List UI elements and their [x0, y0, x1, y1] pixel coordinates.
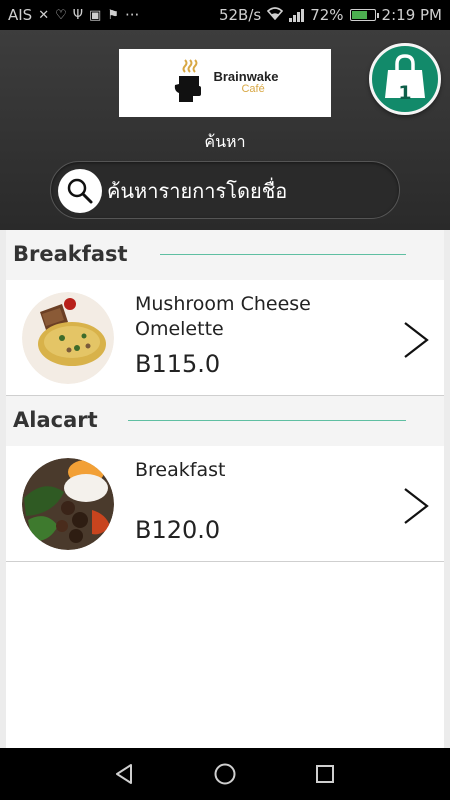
item-photo-omelette [22, 292, 114, 384]
status-bar: AIS ✕ ♡ Ψ ▣ ⚑ ··· 52B/s 72% 2:19 PM [0, 0, 450, 30]
flag-icon: ⚑ [107, 7, 119, 23]
section-header-breakfast: Breakfast [6, 230, 444, 280]
menu-list[interactable]: Breakfast Mushroom Cheese Omelette B115.… [6, 230, 444, 748]
chevron-right-icon[interactable] [401, 320, 431, 360]
carrier-label: AIS [8, 6, 33, 24]
item-price: B115.0 [135, 350, 221, 378]
coffee-head-logo-icon [171, 58, 205, 108]
cafe-logo: Brainwake Café [119, 49, 331, 117]
usb-icon: Ψ [72, 7, 84, 23]
back-icon[interactable] [113, 762, 137, 786]
image-icon: ▣ [89, 7, 102, 23]
battery-icon [349, 9, 379, 21]
section-header-alacart: Alacart [6, 396, 444, 446]
signal-icon [289, 8, 305, 22]
logo-brand: Brainwake [213, 69, 279, 85]
mute-icon: ✕ [38, 7, 50, 23]
search-bar[interactable] [50, 161, 400, 220]
system-nav-bar [0, 748, 450, 800]
battery-percent: 72% [310, 6, 344, 24]
section-divider [128, 420, 406, 421]
item-price: B120.0 [135, 516, 221, 544]
recents-icon[interactable] [313, 762, 337, 786]
chevron-right-icon[interactable] [401, 486, 431, 526]
home-icon[interactable] [213, 762, 237, 786]
item-name: Mushroom Cheese Omelette [135, 293, 311, 340]
item-name: Breakfast [135, 459, 226, 481]
cart-count-badge: 1 [398, 82, 412, 104]
section-title: Alacart [13, 408, 98, 432]
search-heading: ค้นหา [204, 132, 246, 151]
heart-rate-icon: ♡ [55, 7, 67, 23]
app-header: Brainwake Café 1 ค้นหา [0, 30, 450, 230]
network-speed: 52B/s [218, 6, 262, 24]
status-right: 52B/s 72% 2:19 PM [219, 6, 442, 24]
item-photo-breakfast [22, 458, 114, 550]
logo-text: Brainwake Café [213, 70, 278, 95]
menu-item[interactable]: Breakfast B120.0 [6, 446, 444, 562]
more-notifications: ··· [124, 6, 140, 24]
logo-subtitle: Café [241, 83, 265, 96]
section-title: Breakfast [13, 242, 128, 266]
cart-button[interactable]: 1 [369, 43, 441, 115]
clock: 2:19 PM [381, 6, 442, 24]
search-input[interactable] [107, 162, 387, 220]
menu-item[interactable]: Mushroom Cheese Omelette B115.0 [6, 280, 444, 396]
search-icon[interactable] [58, 169, 102, 213]
section-divider [160, 254, 406, 255]
status-left: AIS ✕ ♡ Ψ ▣ ⚑ ··· [8, 6, 139, 24]
wifi-icon [267, 6, 284, 24]
